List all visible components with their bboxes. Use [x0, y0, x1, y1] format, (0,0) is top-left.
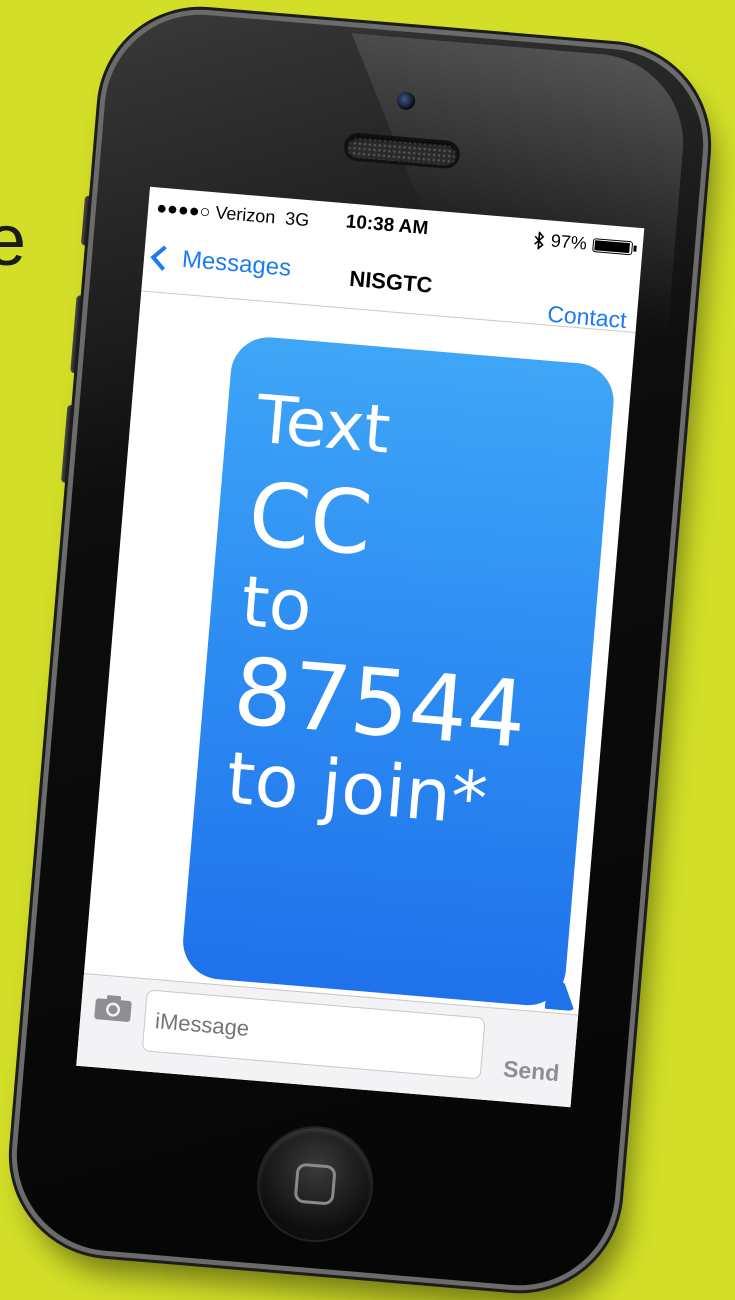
battery-fill — [594, 239, 630, 253]
battery-icon — [592, 237, 634, 255]
home-square-icon — [293, 1162, 337, 1206]
status-time: 10:38 AM — [344, 211, 430, 240]
carrier-label: ●●●●○ Verizon — [155, 197, 277, 228]
battery-percent: 97% — [550, 230, 588, 254]
status-right-group: 97% — [532, 229, 634, 258]
carrier-signal: ●●●●○ Verizon 3G — [155, 197, 310, 231]
message-text: Text CC to 87544 to join* — [223, 380, 551, 841]
contact-button[interactable]: Contact — [546, 301, 627, 335]
message-line-5: to join* — [223, 735, 491, 841]
background-text-fragment: e — [0, 201, 27, 281]
message-line-1: Text — [253, 380, 394, 469]
send-button[interactable]: Send — [502, 1056, 560, 1088]
message-input[interactable] — [141, 989, 486, 1080]
home-button[interactable] — [254, 1123, 376, 1245]
network-label: 3G — [284, 208, 311, 231]
message-bubble: Text CC to 87544 to join* — [180, 334, 617, 1009]
phone-body: ●●●●○ Verizon 3G 10:38 AM 97% Messages N… — [9, 7, 711, 1293]
bluetooth-icon — [534, 230, 545, 250]
phone-device: ●●●●○ Verizon 3G 10:38 AM 97% Messages N… — [9, 7, 711, 1293]
phone-screen: ●●●●○ Verizon 3G 10:38 AM 97% Messages N… — [76, 186, 645, 1108]
camera-icon[interactable] — [92, 991, 134, 1024]
